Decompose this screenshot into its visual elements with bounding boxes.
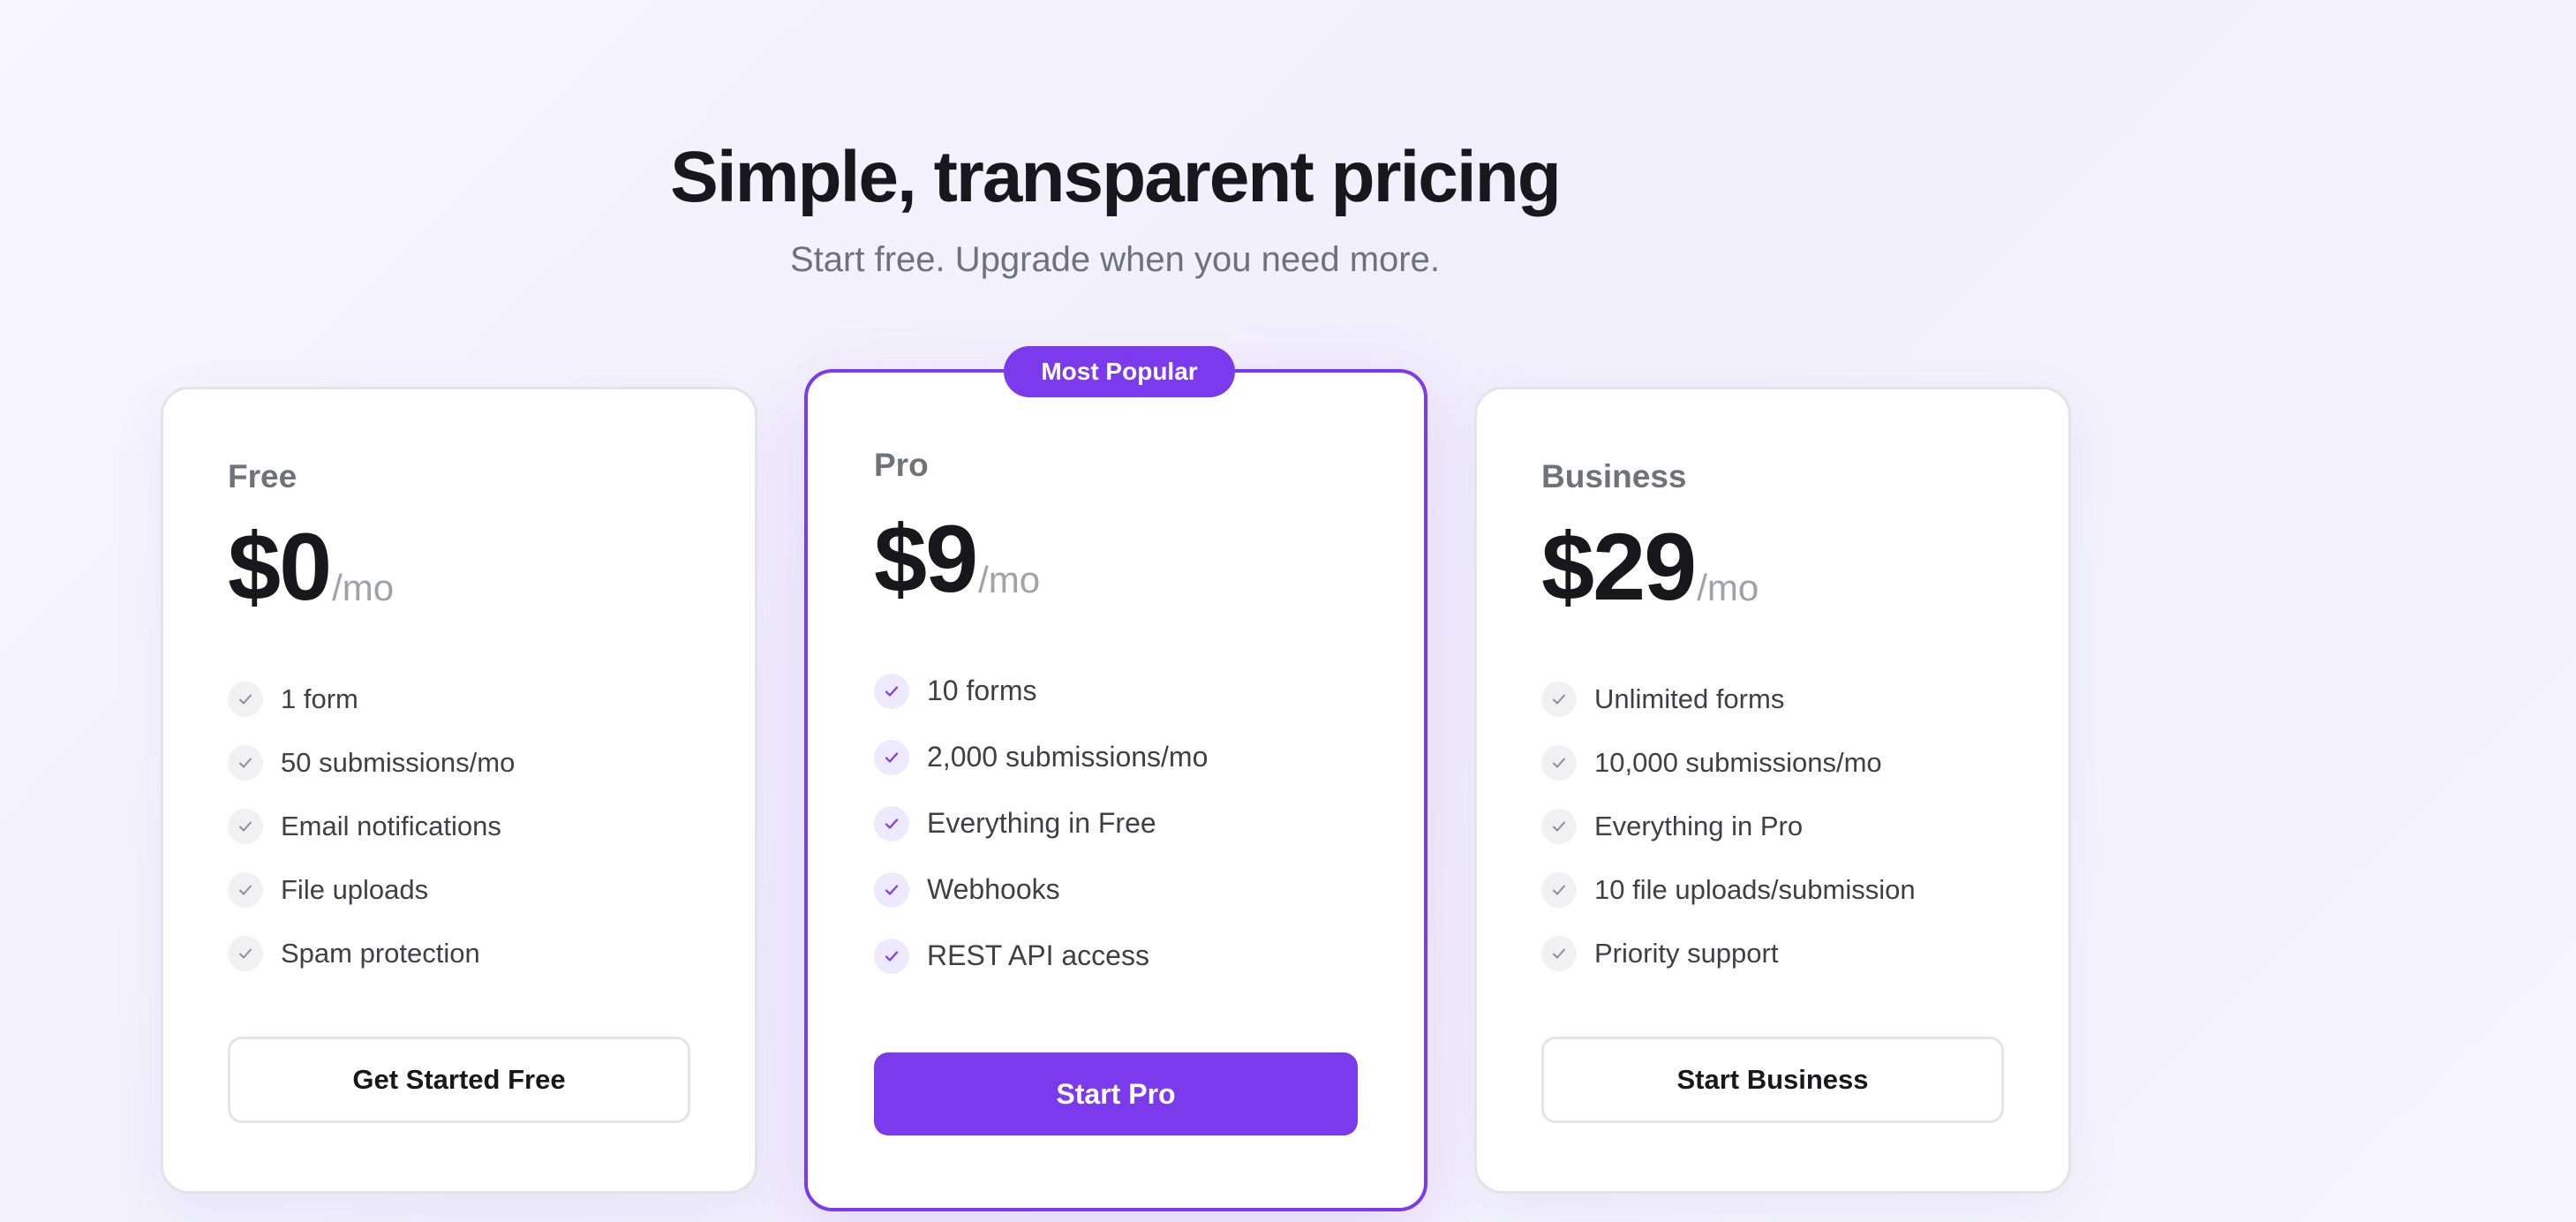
feature-label: Everything in Free <box>927 807 1156 839</box>
feature-label: Priority support <box>1594 938 1779 969</box>
plan-name: Business <box>1541 458 1687 494</box>
feature-item: 10 file uploads/submission <box>1541 858 2004 922</box>
plan-card-free: Free $0 /mo 1 form 50 submissions/mo Ema… <box>161 387 757 1194</box>
feature-list: Unlimited forms 10,000 submissions/mo Ev… <box>1541 668 2004 985</box>
check-icon <box>874 805 909 841</box>
feature-item: Everything in Pro <box>1541 795 2004 858</box>
feature-item: Spam protection <box>228 922 690 985</box>
price-period: /mo <box>1697 567 1759 608</box>
check-icon <box>1541 872 1577 908</box>
plan-price: $29 <box>1541 513 1697 620</box>
start-pro-button[interactable]: Start Pro <box>874 1052 1358 1135</box>
check-icon <box>1541 809 1577 844</box>
check-icon <box>228 745 263 781</box>
feature-label: 50 submissions/mo <box>281 747 516 778</box>
feature-label: 10,000 submissions/mo <box>1594 747 1882 778</box>
check-icon <box>874 938 909 974</box>
plan-card-pro: Most Popular Pro $9 /mo 10 forms 2,000 s… <box>804 346 1427 1211</box>
get-started-free-button[interactable]: Get Started Free <box>228 1037 690 1123</box>
pricing-page: Simple, transparent pricing Start free. … <box>0 0 2576 1222</box>
feature-label: 2,000 submissions/mo <box>927 741 1209 773</box>
price-row: $0 /mo <box>228 519 690 615</box>
feature-label: 10 file uploads/submission <box>1594 874 1916 905</box>
plan-price: $9 <box>874 505 978 612</box>
feature-item: 50 submissions/mo <box>228 731 690 795</box>
plan-card-content: Free $0 /mo 1 form 50 submissions/mo Ema… <box>228 460 690 985</box>
check-icon <box>228 809 263 844</box>
feature-label: File uploads <box>281 874 429 905</box>
feature-item: 10,000 submissions/mo <box>1541 731 2004 795</box>
feature-label: Unlimited forms <box>1594 683 1785 714</box>
plan-name: Pro <box>874 447 929 483</box>
feature-label: Spam protection <box>281 938 480 969</box>
feature-item: Email notifications <box>228 795 690 858</box>
check-icon <box>874 871 909 908</box>
feature-label: Webhooks <box>927 873 1060 905</box>
check-icon <box>228 682 263 717</box>
feature-item: File uploads <box>228 858 690 922</box>
check-icon <box>874 673 909 709</box>
check-icon <box>1541 745 1577 781</box>
plan-card-content: Business $29 /mo Unlimited forms 10,000 … <box>1541 460 2004 985</box>
feature-item: REST API access <box>874 923 1358 989</box>
feature-item: 1 form <box>228 668 690 731</box>
page-title: Simple, transparent pricing <box>670 137 1562 217</box>
price-period: /mo <box>978 559 1041 600</box>
feature-item: Unlimited forms <box>1541 668 2004 731</box>
feature-item: 2,000 submissions/mo <box>874 724 1358 790</box>
feature-list: 10 forms 2,000 submissions/mo Everything… <box>874 658 1358 989</box>
most-popular-badge: Most Popular <box>1004 346 1235 397</box>
plan-name: Free <box>228 458 298 494</box>
check-icon <box>228 872 263 908</box>
check-icon <box>1541 682 1577 717</box>
feature-item: Everything in Free <box>874 790 1358 856</box>
feature-label: 1 form <box>281 683 358 714</box>
check-icon <box>228 936 263 971</box>
plan-price: $0 <box>228 513 332 620</box>
page-subtitle: Start free. Upgrade when you need more. <box>790 240 1440 280</box>
feature-label: Email notifications <box>281 811 501 841</box>
price-period: /mo <box>332 567 395 608</box>
feature-item: 10 forms <box>874 658 1358 724</box>
feature-label: REST API access <box>927 939 1149 971</box>
price-row: $29 /mo <box>1541 519 2004 615</box>
plan-card-business: Business $29 /mo Unlimited forms 10,000 … <box>1474 387 2071 1194</box>
feature-list: 1 form 50 submissions/mo Email notificat… <box>228 668 690 985</box>
start-business-button[interactable]: Start Business <box>1541 1037 2004 1123</box>
check-icon <box>874 739 909 775</box>
feature-label: 10 forms <box>927 675 1037 706</box>
plan-card-content: Pro $9 /mo 10 forms 2,000 submissions/mo… <box>874 449 1358 989</box>
price-row: $9 /mo <box>874 511 1358 607</box>
feature-label: Everything in Pro <box>1594 811 1804 841</box>
check-icon <box>1541 936 1577 971</box>
feature-item: Webhooks <box>874 856 1358 923</box>
pricing-header: Simple, transparent pricing Start free. … <box>0 137 2230 281</box>
feature-item: Priority support <box>1541 922 2004 985</box>
